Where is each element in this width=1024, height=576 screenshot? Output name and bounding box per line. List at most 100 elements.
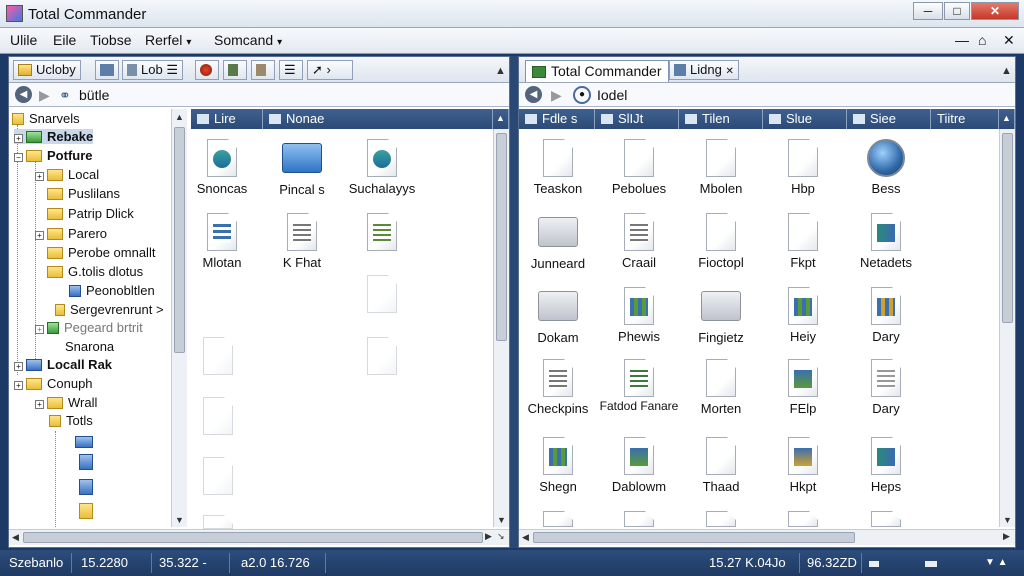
file-item[interactable]: Fingietz [678,287,764,345]
file-item[interactable]: Checkpins [515,359,601,416]
maximize-button[interactable]: □ [944,2,970,20]
drive-button[interactable]: Ucloby [13,60,81,80]
file-item[interactable] [175,337,261,375]
file-item[interactable] [175,397,261,435]
tab-total-commander[interactable]: Total Commander [525,60,669,82]
right-hscrollbar[interactable]: ◀ ▶ [519,529,1015,545]
file-item[interactable]: Craail [596,213,682,270]
file-item[interactable]: Fatdod Fanare [596,359,682,412]
right-col-header[interactable]: Slue [763,109,847,129]
tree-item[interactable]: Snarvels [12,111,80,126]
file-item[interactable]: Dokam [515,287,601,345]
menu-item-4[interactable]: Rerfel ▾ [145,32,191,48]
status-arrows-icon[interactable]: ▼ ▲ [980,553,1020,573]
scroll-up-icon[interactable]: ▲ [493,109,509,129]
file-item[interactable]: Morten [678,359,764,416]
copy-button[interactable] [95,60,119,80]
back-icon[interactable]: ◀ [15,86,32,103]
right-col-header[interactable]: Siee [847,109,931,129]
file-item[interactable]: Mlotan [179,213,265,270]
file-item[interactable]: Phewis [596,287,682,344]
file-item[interactable]: Bess [843,139,929,196]
file-item[interactable] [515,511,601,527]
left-col-header[interactable]: Nonae [263,109,493,129]
file-item[interactable]: Heps [843,437,929,494]
tree-item[interactable]: Patrip Dlick [47,206,134,221]
tree-item[interactable] [79,479,98,496]
tree-item[interactable]: Perobe omnallt [47,245,155,260]
view-button[interactable] [223,60,247,80]
tree-item[interactable] [79,503,98,520]
file-item[interactable]: Teaskon [515,139,601,196]
file-item[interactable] [339,213,425,251]
menu-item-5[interactable]: Somcand ▾ [214,32,282,48]
tree-item[interactable]: + Parero [35,226,107,241]
right-col-header[interactable]: Tiitre [931,109,999,129]
right-path[interactable]: Iodel [597,87,627,103]
left-hscrollbar[interactable]: ◀ ▶ ↘ [9,529,509,545]
file-item[interactable] [175,515,261,529]
tree-item[interactable]: + Conuph [14,376,93,391]
edit-button[interactable] [251,60,275,80]
refresh-button[interactable] [195,60,219,80]
details-button[interactable]: ☰ [279,60,303,80]
file-item[interactable] [678,511,764,527]
file-item[interactable]: Dary [843,359,929,416]
forward-icon[interactable]: ▶ [39,87,50,104]
tree-item[interactable]: + Local [35,167,99,182]
file-item[interactable]: Hkpt [760,437,846,494]
tree-item[interactable]: + Locall Rak [14,357,112,372]
file-item[interactable]: Dary [843,287,929,344]
tree-item[interactable]: G.tolis dlotus [47,264,143,279]
file-item[interactable] [175,457,261,495]
scroll-up-icon[interactable]: ▲ [999,109,1015,129]
left-file-scrollbar[interactable]: ▼ [493,129,509,527]
file-item[interactable]: Fioctopl [678,213,764,270]
tree-item[interactable]: + Pegeard brtrit [35,320,143,335]
file-item[interactable] [843,511,929,527]
file-item[interactable]: Shegn [515,437,601,494]
file-item[interactable]: Mbolen [678,139,764,196]
file-item[interactable]: Hbp [760,139,846,196]
file-item[interactable]: Suchalayys [339,139,425,196]
lob-button[interactable]: Lob ☰ [122,60,183,80]
tree-item[interactable]: + Rebake [14,129,94,144]
forward-icon[interactable]: ▶ [551,87,562,104]
tree-item[interactable]: Puslilans [47,186,120,201]
file-item[interactable]: Thaad [678,437,764,494]
file-item[interactable]: Fkpt [760,213,846,270]
tree-item[interactable] [79,454,98,471]
menu-item-1[interactable]: Ulile [10,32,37,48]
collapse-icon[interactable]: ▲ [1001,65,1012,77]
tree-item[interactable]: Snarona [65,339,114,354]
tree-item[interactable]: Sergevrenrunt > [55,302,164,317]
left-col-header[interactable]: Lire [191,109,263,129]
filter-button[interactable]: ➚ › [307,60,353,80]
file-item[interactable]: Pincal s [259,139,345,197]
tree-item[interactable]: Totls [49,413,93,428]
file-item[interactable] [339,275,425,313]
file-item[interactable]: K Fhat [259,213,345,270]
minimize-menu-icon[interactable]: — [955,32,969,48]
file-item[interactable] [596,511,682,527]
file-item[interactable]: FElp [760,359,846,416]
close-menu-icon[interactable]: ✕ [1003,32,1015,49]
file-item[interactable] [339,337,425,375]
right-file-scrollbar[interactable]: ▼ [999,129,1015,527]
right-col-header[interactable]: SlIJt [595,109,679,129]
tab-lidng[interactable]: Lidng ✕ [669,60,739,80]
close-button[interactable]: ✕ [971,2,1019,20]
minimize-button[interactable]: ─ [913,2,943,20]
left-path[interactable]: bütle [79,87,109,103]
right-col-header[interactable]: Tilen [679,109,763,129]
tree-item[interactable]: Peonobltlen [69,283,155,298]
back-icon[interactable]: ◀ [525,86,542,103]
menu-item-2[interactable]: Eile [53,32,76,48]
collapse-icon[interactable]: ▲ [495,65,506,77]
file-item[interactable]: Netadets [843,213,929,270]
file-item[interactable]: Dablowm [596,437,682,494]
tree-item[interactable] [75,434,98,449]
tree-item[interactable]: + Wrall [35,395,97,410]
home-icon[interactable]: ⌂ [978,32,986,48]
file-item[interactable]: Heiy [760,287,846,344]
